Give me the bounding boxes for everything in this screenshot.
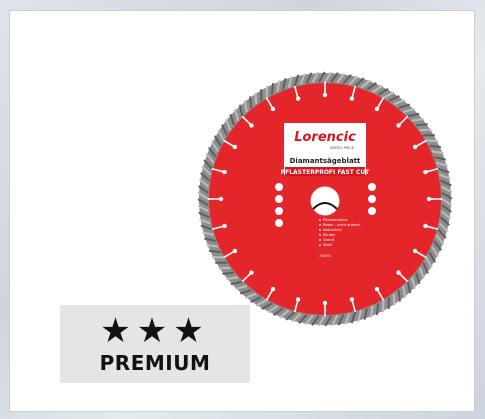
rim-serration: [415, 123, 428, 127]
slot-hole: [396, 270, 401, 275]
premium-label: PREMIUM: [99, 351, 211, 375]
slot-hole: [423, 223, 428, 229]
blade-title: Diamantsägeblatt: [290, 157, 361, 165]
feature-item: Pflastersteine: [323, 218, 348, 222]
slot-hole: [222, 169, 227, 175]
feature-bullet: [319, 239, 321, 241]
slot-hole: [249, 123, 254, 128]
rim-serration: [249, 96, 253, 109]
rim-serration: [426, 139, 439, 143]
rim-serration: [222, 271, 235, 275]
premium-rating-badge: ★★★ PREMIUM: [60, 305, 250, 383]
slot-hole: [218, 196, 224, 202]
rim-serration: [209, 249, 221, 254]
product-image-frame: Lorencic SIMPLE PRICE Diamantsägeblatt P…: [9, 10, 475, 412]
star-rating-icon: ★★★: [100, 311, 210, 351]
brand-logo-text: Lorencic: [294, 130, 356, 145]
rim-serration: [211, 255, 224, 259]
rim-serration: [419, 128, 432, 132]
feature-item: Granit: [323, 238, 335, 242]
slot-hole: [249, 270, 254, 275]
rim-serration: [397, 289, 401, 302]
feature-bullet: [319, 234, 321, 236]
feature-item: Beton - nicht armiert: [323, 223, 361, 227]
slot-hole: [374, 286, 380, 292]
feature-bullet: [319, 229, 321, 231]
rim-serration: [254, 92, 258, 105]
feature-item: Stahl: [323, 243, 332, 247]
rim-serration: [392, 293, 396, 306]
slot-hole: [426, 196, 432, 202]
feature-item: Klinker: [323, 233, 336, 237]
slot-hole: [270, 286, 276, 292]
rim-serration: [265, 85, 269, 98]
rim-serration: [429, 144, 441, 149]
slot-hole: [412, 144, 418, 150]
slot-hole: [412, 248, 418, 254]
arbor-hole: [310, 186, 340, 216]
feature-bullet: [319, 244, 321, 246]
diamond-saw-blade-image: Lorencic SIMPLE PRICE Diamantsägeblatt P…: [195, 69, 455, 329]
brand-sub-text: SIMPLE PRICE: [330, 146, 354, 150]
article-number: 20470: [319, 254, 331, 258]
slot-hole: [396, 123, 401, 128]
right-safety-icons: [368, 183, 376, 215]
slot-hole: [322, 92, 328, 98]
slot-hole: [349, 96, 355, 101]
feature-item: Naturstein: [323, 228, 342, 232]
slot-hole: [349, 297, 355, 302]
blade-subtitle: PFLASTERPROFI FAST CUT: [281, 169, 370, 176]
rim-serration: [270, 83, 275, 95]
slot-hole: [222, 223, 227, 229]
slot-hole: [423, 169, 428, 175]
rim-serration: [375, 303, 380, 315]
feature-bullet: [319, 219, 321, 221]
slot-hole: [270, 106, 276, 112]
rim-serration: [218, 266, 231, 270]
saw-blade-graphic: Lorencic SIMPLE PRICE Diamantsägeblatt P…: [197, 71, 453, 327]
slot-hole: [295, 96, 301, 101]
slot-hole: [232, 144, 238, 150]
slot-hole: [322, 300, 328, 306]
slot-hole: [232, 248, 238, 254]
feature-bullet: [319, 224, 321, 226]
rim-serration: [381, 300, 385, 313]
slot-hole: [295, 297, 301, 302]
slot-hole: [374, 106, 380, 112]
